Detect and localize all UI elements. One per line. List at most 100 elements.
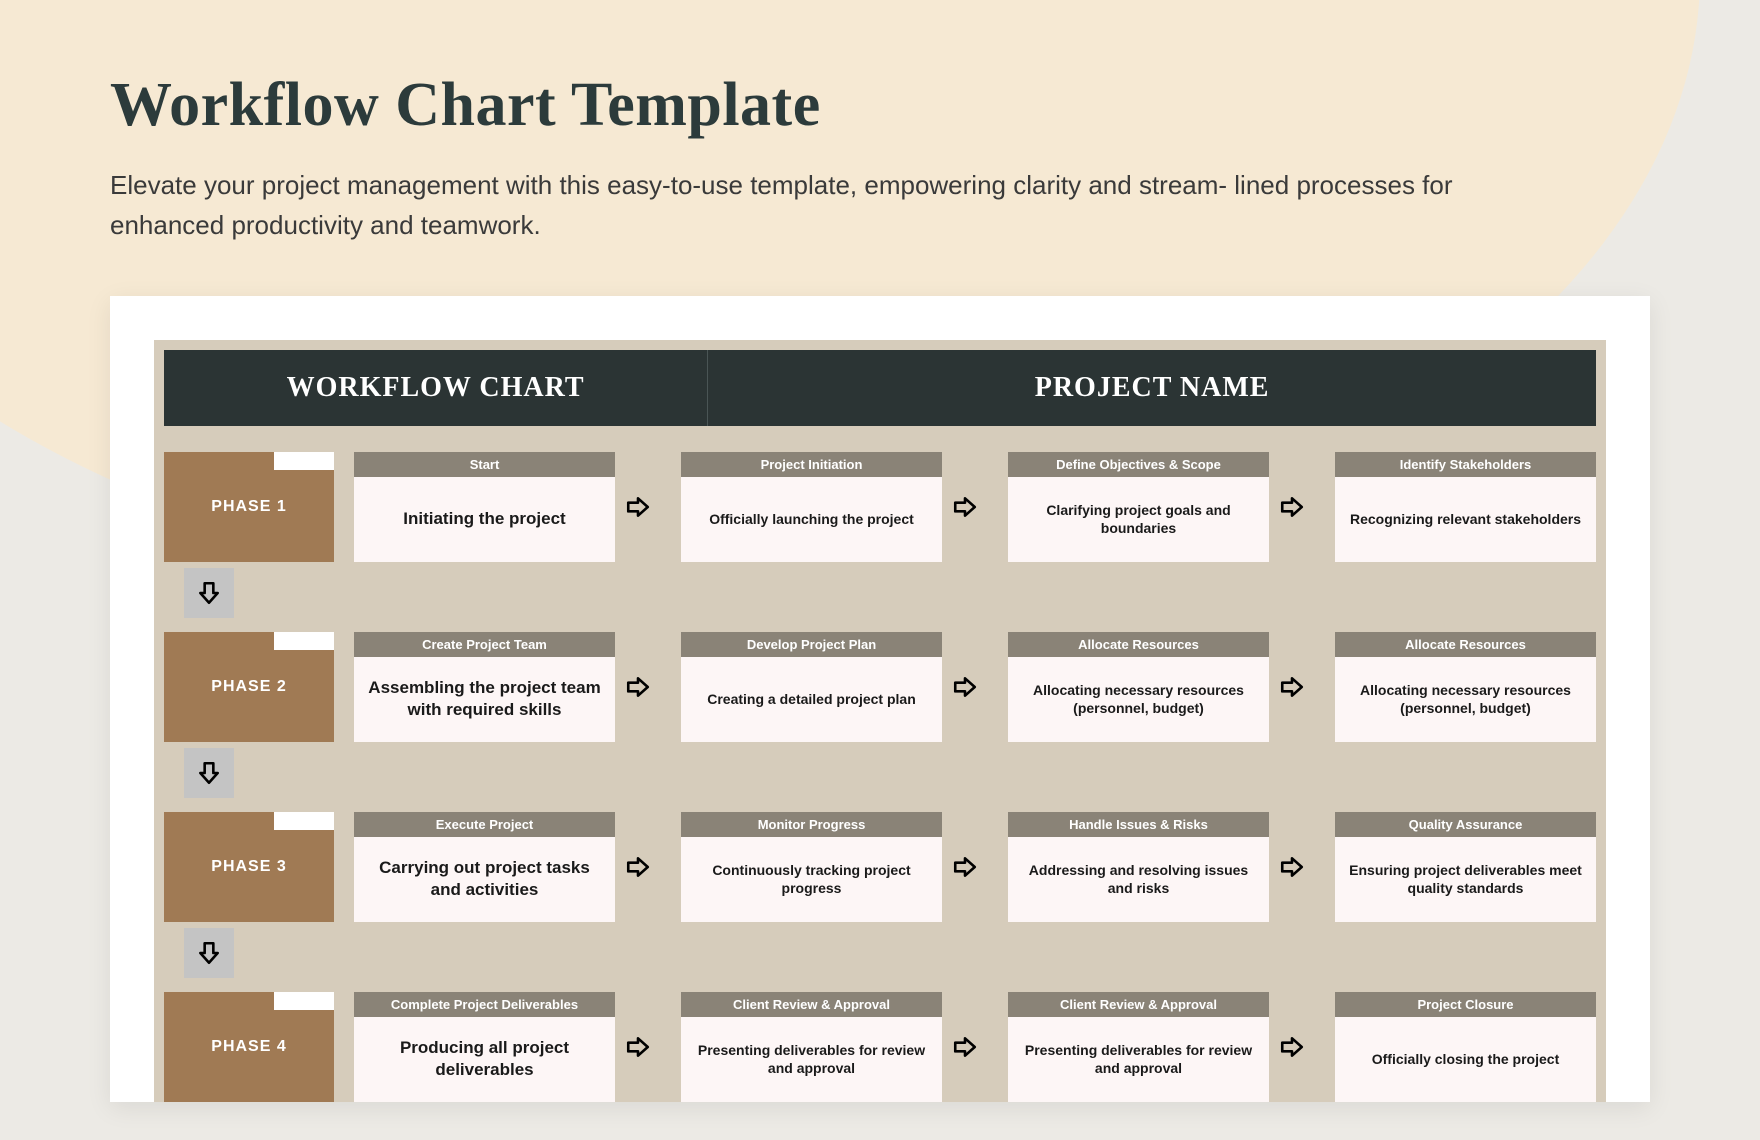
phase-label: PHASE 1 bbox=[164, 452, 334, 562]
page-subtitle: Elevate your project management with thi… bbox=[110, 165, 1510, 246]
step-title: Quality Assurance bbox=[1335, 812, 1596, 837]
step-body: Presenting deliverables for review and a… bbox=[1008, 1017, 1269, 1102]
arrow-right-icon bbox=[1269, 452, 1315, 562]
step-card: Quality AssuranceEnsuring project delive… bbox=[1335, 812, 1596, 922]
step-card: Create Project TeamAssembling the projec… bbox=[354, 632, 615, 742]
step-card: StartInitiating the project bbox=[354, 452, 615, 562]
step-title: Identify Stakeholders bbox=[1335, 452, 1596, 477]
spacer bbox=[1315, 992, 1335, 1102]
step-body: Continuously tracking project progress bbox=[681, 837, 942, 922]
phase-row: PHASE 1StartInitiating the projectProjec… bbox=[164, 452, 1596, 562]
step-body: Carrying out project tasks and activitie… bbox=[354, 837, 615, 922]
spacer bbox=[988, 632, 1008, 742]
spacer bbox=[334, 812, 354, 922]
phase-row: PHASE 4Complete Project DeliverablesProd… bbox=[164, 992, 1596, 1102]
spacer bbox=[1315, 632, 1335, 742]
down-connector bbox=[164, 748, 1596, 806]
phase-label: PHASE 3 bbox=[164, 812, 334, 922]
step-card: Develop Project PlanCreating a detailed … bbox=[681, 632, 942, 742]
phase-label-notch bbox=[274, 452, 334, 470]
step-title: Execute Project bbox=[354, 812, 615, 837]
phase-label-notch bbox=[274, 632, 334, 650]
spacer bbox=[334, 632, 354, 742]
down-connector bbox=[164, 568, 1596, 626]
step-card: Execute ProjectCarrying out project task… bbox=[354, 812, 615, 922]
arrow-right-icon bbox=[942, 992, 988, 1102]
phase-row: PHASE 3Execute ProjectCarrying out proje… bbox=[164, 812, 1596, 922]
spacer bbox=[661, 992, 681, 1102]
phase-cards: StartInitiating the project Project Initi… bbox=[334, 452, 1596, 562]
spacer bbox=[1315, 812, 1335, 922]
step-card: Client Review & ApprovalPresenting deliv… bbox=[681, 992, 942, 1102]
arrow-down-icon bbox=[184, 568, 234, 618]
spacer bbox=[661, 632, 681, 742]
step-title: Handle Issues & Risks bbox=[1008, 812, 1269, 837]
step-card: Handle Issues & RisksAddressing and reso… bbox=[1008, 812, 1269, 922]
phase-label-notch bbox=[274, 812, 334, 830]
phase-row: PHASE 2Create Project TeamAssembling the… bbox=[164, 632, 1596, 742]
step-title: Create Project Team bbox=[354, 632, 615, 657]
spacer bbox=[661, 812, 681, 922]
phase-cards: Execute ProjectCarrying out project task… bbox=[334, 812, 1596, 922]
step-title: Develop Project Plan bbox=[681, 632, 942, 657]
step-card: Define Objectives & ScopeClarifying proj… bbox=[1008, 452, 1269, 562]
arrow-right-icon bbox=[942, 632, 988, 742]
step-title: Allocate Resources bbox=[1335, 632, 1596, 657]
arrow-right-icon bbox=[1269, 812, 1315, 922]
step-title: Allocate Resources bbox=[1008, 632, 1269, 657]
step-body: Initiating the project bbox=[354, 477, 615, 562]
step-title: Define Objectives & Scope bbox=[1008, 452, 1269, 477]
phase-label-col: PHASE 1 bbox=[164, 452, 334, 562]
step-card: Monitor ProgressContinuously tracking pr… bbox=[681, 812, 942, 922]
step-body: Addressing and resolving issues and risk… bbox=[1008, 837, 1269, 922]
down-connector bbox=[164, 928, 1596, 986]
spacer bbox=[1315, 452, 1335, 562]
arrow-right-icon bbox=[1269, 632, 1315, 742]
step-title: Client Review & Approval bbox=[681, 992, 942, 1017]
header-right: PROJECT NAME bbox=[708, 350, 1596, 426]
arrow-right-icon bbox=[615, 812, 661, 922]
phase-label-col: PHASE 3 bbox=[164, 812, 334, 922]
step-body: Officially closing the project bbox=[1335, 1017, 1596, 1102]
step-body: Presenting deliverables for review and a… bbox=[681, 1017, 942, 1102]
arrow-right-icon bbox=[942, 452, 988, 562]
phase-label: PHASE 4 bbox=[164, 992, 334, 1102]
phase-rows: PHASE 1StartInitiating the projectProjec… bbox=[164, 426, 1596, 1102]
step-body: Allocating necessary resources (personne… bbox=[1335, 657, 1596, 742]
step-card: Allocate ResourcesAllocating necessary r… bbox=[1335, 632, 1596, 742]
step-card: Project ClosureOfficially closing the pr… bbox=[1335, 992, 1596, 1102]
step-body: Recognizing relevant stakeholders bbox=[1335, 477, 1596, 562]
step-body: Clarifying project goals and boundaries bbox=[1008, 477, 1269, 562]
workflow-board: WORKFLOW CHART PROJECT NAME PHASE 1Start… bbox=[154, 340, 1606, 1102]
spacer bbox=[661, 452, 681, 562]
step-card: Client Review & ApprovalPresenting deliv… bbox=[1008, 992, 1269, 1102]
arrow-down-icon bbox=[184, 928, 234, 978]
step-title: Start bbox=[354, 452, 615, 477]
step-body: Allocating necessary resources (personne… bbox=[1008, 657, 1269, 742]
document-paper: WORKFLOW CHART PROJECT NAME PHASE 1Start… bbox=[110, 296, 1650, 1102]
phase-label: PHASE 2 bbox=[164, 632, 334, 742]
arrow-right-icon bbox=[1269, 992, 1315, 1102]
header-left: WORKFLOW CHART bbox=[164, 350, 708, 426]
arrow-right-icon bbox=[615, 452, 661, 562]
spacer bbox=[988, 992, 1008, 1102]
spacer bbox=[334, 992, 354, 1102]
step-title: Project Closure bbox=[1335, 992, 1596, 1017]
phase-label-col: PHASE 4 bbox=[164, 992, 334, 1102]
step-body: Producing all project deliverables bbox=[354, 1017, 615, 1102]
step-card: Complete Project DeliverablesProducing a… bbox=[354, 992, 615, 1102]
spacer bbox=[988, 812, 1008, 922]
step-body: Officially launching the project bbox=[681, 477, 942, 562]
arrow-right-icon bbox=[615, 632, 661, 742]
phase-label-col: PHASE 2 bbox=[164, 632, 334, 742]
step-title: Complete Project Deliverables bbox=[354, 992, 615, 1017]
step-title: Monitor Progress bbox=[681, 812, 942, 837]
phase-cards: Create Project TeamAssembling the projec… bbox=[334, 632, 1596, 742]
step-card: Project InitiationOfficially launching t… bbox=[681, 452, 942, 562]
step-card: Allocate ResourcesAllocating necessary r… bbox=[1008, 632, 1269, 742]
step-body: Creating a detailed project plan bbox=[681, 657, 942, 742]
step-title: Client Review & Approval bbox=[1008, 992, 1269, 1017]
step-title: Project Initiation bbox=[681, 452, 942, 477]
arrow-down-icon bbox=[184, 748, 234, 798]
arrow-right-icon bbox=[615, 992, 661, 1102]
